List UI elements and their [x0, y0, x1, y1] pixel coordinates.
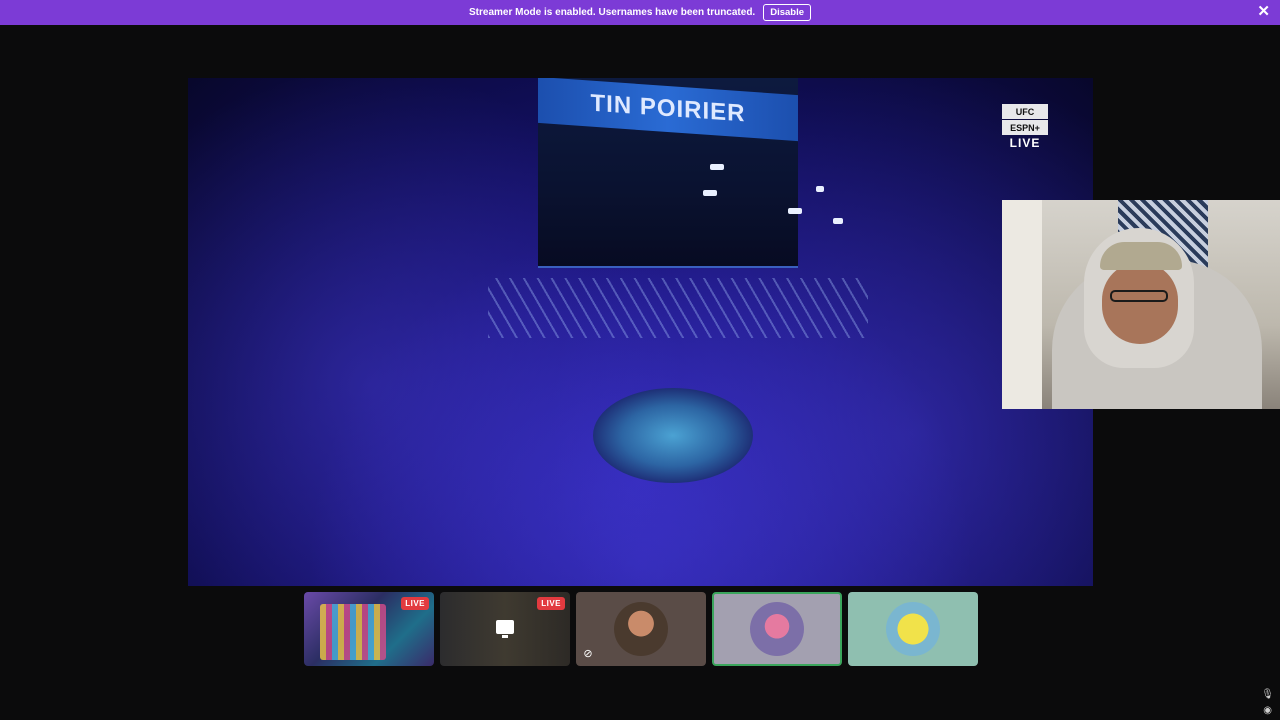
mic-icon[interactable]: 🎙: [1261, 690, 1274, 700]
thumbnail-participant-4[interactable]: [712, 592, 842, 666]
cam-person-face: [1102, 262, 1178, 344]
corner-controls: 🎙 ◉: [1261, 690, 1274, 716]
spot-light: [833, 218, 843, 224]
espn-plus-logo: ESPN+: [1002, 120, 1048, 135]
spot-light: [710, 164, 724, 170]
slot-machine-preview: [320, 604, 386, 660]
thumbnail-participant-5[interactable]: [848, 592, 978, 666]
ufc-espn-live-badge: UFC ESPN+ LIVE: [1001, 104, 1049, 150]
spot-light: [788, 208, 802, 214]
screen-share-icon: [496, 620, 514, 638]
live-badge: LIVE: [537, 597, 565, 610]
main-stream-view[interactable]: TIN POIRIER UFC ESPN+ LIVE: [188, 78, 1093, 586]
thumbnail-participant-3[interactable]: ⊘: [576, 592, 706, 666]
webcam-overlay: [1002, 200, 1280, 409]
arena-jumbotron: TIN POIRIER: [538, 78, 798, 268]
disable-streamer-mode-button[interactable]: Disable: [763, 4, 811, 21]
cam-door: [1002, 200, 1042, 409]
streamer-mode-message: Streamer Mode is enabled. Usernames have…: [468, 7, 756, 18]
thumbnail-ufc-stream[interactable]: LIVE: [440, 592, 570, 666]
streamer-mode-banner: Streamer Mode is enabled. Usernames have…: [0, 0, 1280, 25]
avatar: [614, 602, 668, 656]
live-badge: LIVE: [401, 597, 429, 610]
settings-icon[interactable]: ◉: [1263, 706, 1272, 716]
muted-icon: ⊘: [583, 648, 593, 660]
spot-light: [703, 190, 717, 196]
live-label: LIVE: [1009, 136, 1041, 150]
ufc-logo: UFC: [1002, 104, 1048, 119]
octagon: [593, 388, 753, 483]
cam-person-cap: [1100, 242, 1182, 270]
arena-sign: TIN POIRIER: [538, 78, 798, 142]
lighting-rig: [488, 278, 868, 338]
cam-person-glasses: [1110, 290, 1168, 302]
thumbnail-slots-stream[interactable]: LIVE: [304, 592, 434, 666]
participant-strip: LIVE LIVE ⊘: [304, 592, 978, 666]
close-icon[interactable]: ✕: [1257, 4, 1270, 20]
avatar: [886, 602, 940, 656]
avatar: [750, 602, 804, 656]
spot-light: [816, 186, 824, 192]
